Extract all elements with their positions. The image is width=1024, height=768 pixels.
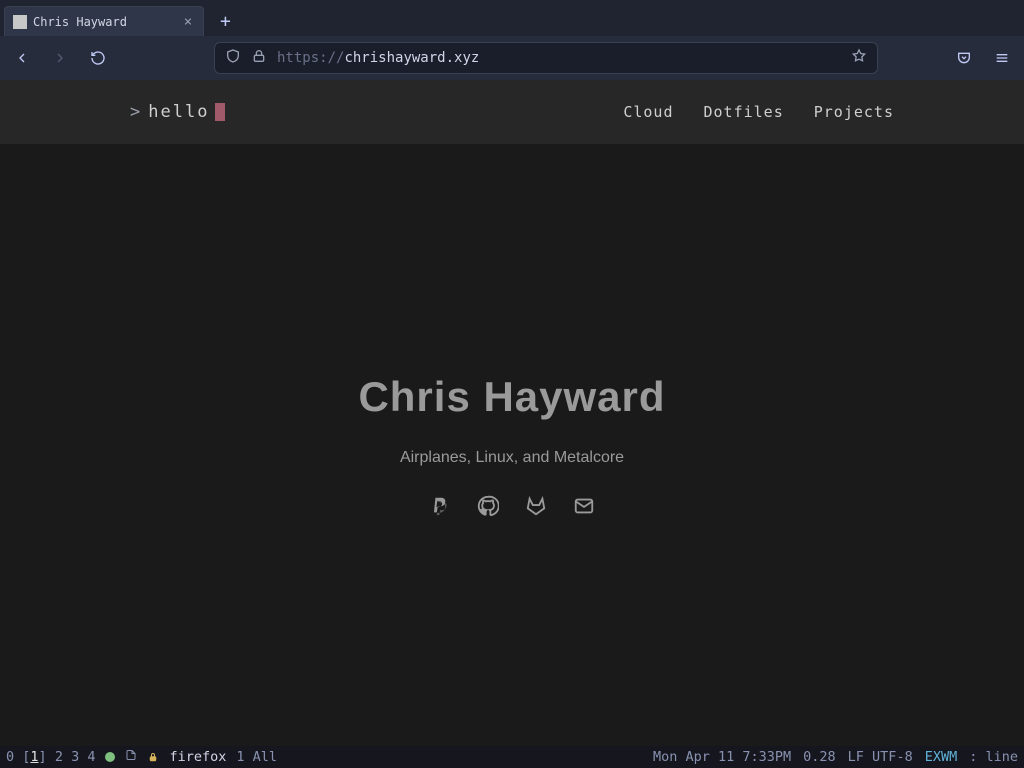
file-icon: [125, 749, 137, 765]
web-page: > hello Cloud Dotfiles Projects Chris Ha…: [0, 80, 1024, 746]
back-button[interactable]: [10, 46, 34, 70]
paypal-icon[interactable]: [429, 495, 451, 517]
tab-bar: Chris Hayward × +: [0, 0, 1024, 36]
browser-toolbar: https://chrishayward.xyz: [0, 36, 1024, 80]
clock: Mon Apr 11 7:33PM: [653, 749, 791, 765]
hero-title: Chris Hayward: [358, 373, 665, 421]
modeline-tail: : line: [969, 749, 1018, 765]
social-links: [429, 495, 595, 517]
logo-cursor-icon: [215, 103, 225, 121]
logo-prompt: >: [130, 102, 142, 122]
url-text: https://chrishayward.xyz: [277, 50, 841, 66]
browser-chrome: Chris Hayward × + https://chrishayward.x…: [0, 0, 1024, 80]
hero-section: Chris Hayward Airplanes, Linux, and Meta…: [0, 144, 1024, 746]
major-mode: EXWM: [925, 749, 958, 765]
lock-icon[interactable]: [251, 48, 267, 68]
pocket-button[interactable]: [952, 46, 976, 70]
site-nav: Cloud Dotfiles Projects: [623, 103, 894, 121]
mail-icon[interactable]: [573, 495, 595, 517]
shield-icon[interactable]: [225, 48, 241, 68]
browser-tab[interactable]: Chris Hayward ×: [4, 6, 204, 36]
emacs-modeline: 0 [1] 2 3 4 firefox 1 All Mon Apr 11 7:3…: [0, 746, 1024, 768]
url-bar[interactable]: https://chrishayward.xyz: [214, 42, 878, 74]
workspace-indicator[interactable]: 0 [1] 2 3 4: [6, 749, 95, 765]
nav-cloud[interactable]: Cloud: [623, 103, 673, 121]
new-tab-button[interactable]: +: [210, 6, 241, 36]
nav-dotfiles[interactable]: Dotfiles: [704, 103, 784, 121]
site-header: > hello Cloud Dotfiles Projects: [0, 80, 1024, 144]
hero-tagline: Airplanes, Linux, and Metalcore: [400, 449, 624, 467]
nav-projects[interactable]: Projects: [814, 103, 894, 121]
readonly-lock-icon: [147, 749, 159, 765]
buffer-position: 1 All: [236, 749, 277, 765]
load-average: 0.28: [803, 749, 836, 765]
site-logo[interactable]: > hello: [130, 102, 225, 122]
close-tab-icon[interactable]: ×: [181, 15, 195, 29]
favicon-icon: [13, 15, 27, 29]
app-menu-button[interactable]: [990, 46, 1014, 70]
reload-button[interactable]: [86, 46, 110, 70]
logo-text: hello: [148, 102, 209, 122]
tab-title: Chris Hayward: [33, 15, 175, 29]
gitlab-icon[interactable]: [525, 495, 547, 517]
buffer-name[interactable]: firefox: [169, 749, 226, 765]
bookmark-star-icon[interactable]: [851, 48, 867, 68]
forward-button[interactable]: [48, 46, 72, 70]
encoding: LF UTF-8: [848, 749, 913, 765]
status-dot-icon: [105, 752, 115, 762]
github-icon[interactable]: [477, 495, 499, 517]
